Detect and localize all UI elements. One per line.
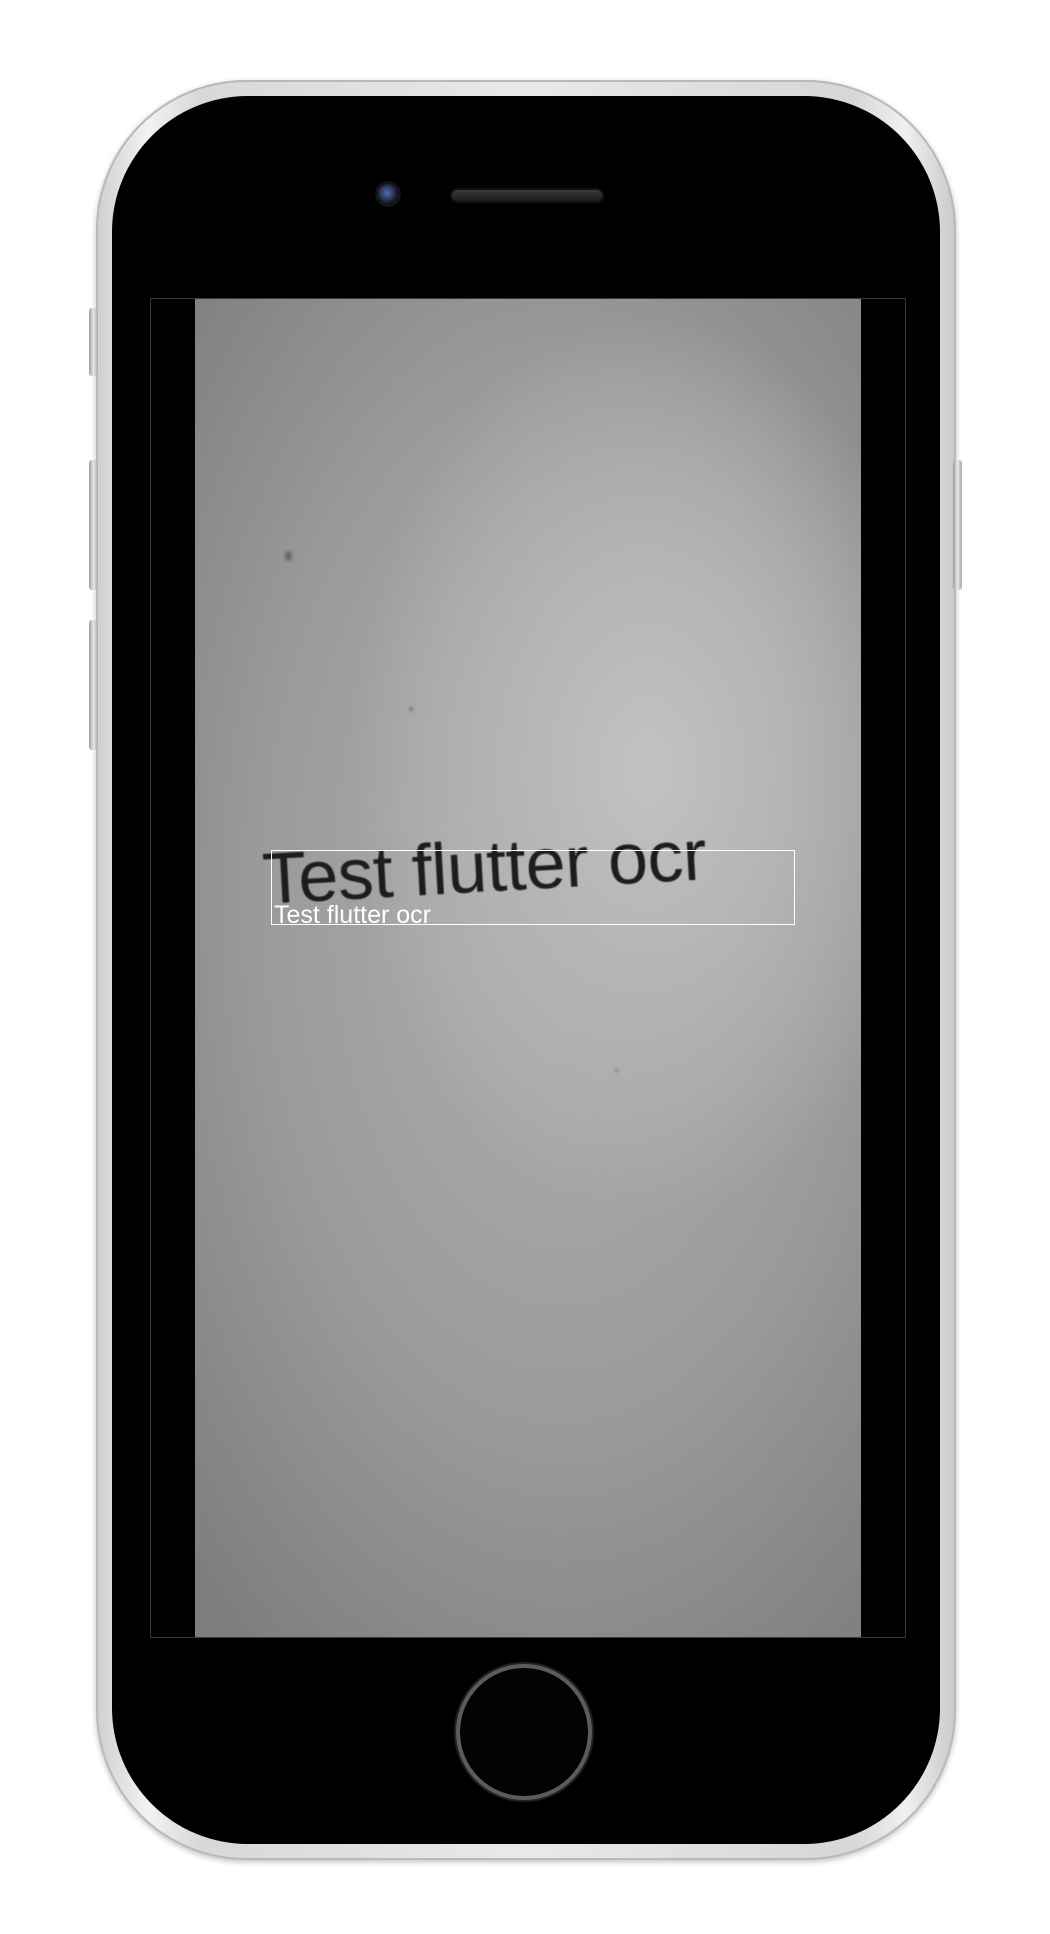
feed-speck (285, 551, 292, 561)
home-button[interactable] (460, 1668, 588, 1796)
phone-screen: Test flutter ocr (150, 298, 906, 1638)
stage: Test flutter ocr Test flutter ocr (0, 0, 1050, 1934)
power-button (953, 460, 962, 590)
volume-down-button (89, 620, 98, 750)
front-camera-icon (378, 184, 398, 204)
feed-speck (615, 1069, 618, 1072)
volume-up-button (89, 460, 98, 590)
ocr-result-label: Test flutter ocr (274, 901, 431, 929)
earpiece-speaker (452, 190, 602, 201)
mute-switch (89, 308, 98, 376)
feed-speck (409, 707, 413, 711)
camera-preview: Test flutter ocr (195, 299, 861, 1637)
